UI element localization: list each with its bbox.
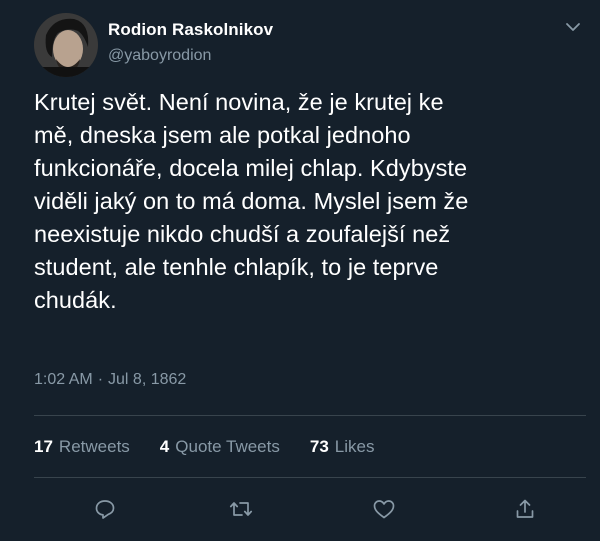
- quote-tweets-count: 4: [159, 437, 170, 456]
- retweets-count: 17: [34, 437, 53, 456]
- divider: [34, 477, 586, 478]
- tweet-time: 1:02 AM: [34, 371, 93, 388]
- like-button[interactable]: [367, 495, 401, 527]
- likes-stat[interactable]: 73 Likes: [310, 437, 375, 457]
- tweet-date: Jul 8, 1862: [108, 371, 187, 388]
- divider: [34, 415, 586, 416]
- more-options-button[interactable]: [560, 18, 586, 40]
- tweet-timestamp[interactable]: 1:02 AM · Jul 8, 1862: [34, 371, 186, 389]
- quote-tweets-label: Quote Tweets: [175, 437, 280, 456]
- avatar[interactable]: [34, 13, 98, 77]
- tweet-text: Krutej svět. Není novina, že je krutej k…: [34, 89, 469, 313]
- engagement-stats: 17 Retweets 4 Quote Tweets 73 Likes: [34, 437, 404, 457]
- author-name[interactable]: Rodion Raskolnikov: [108, 20, 273, 40]
- retweet-icon: [228, 497, 254, 526]
- meta-separator: ·: [97, 371, 104, 388]
- likes-count: 73: [309, 437, 329, 456]
- quote-tweets-stat[interactable]: 4 Quote Tweets: [160, 437, 280, 457]
- retweet-button[interactable]: [224, 495, 258, 527]
- tweet-card: Rodion Raskolnikov @yaboyrodion Krutej s…: [0, 0, 600, 541]
- share-button[interactable]: [508, 495, 542, 527]
- retweets-label: Retweets: [58, 437, 130, 456]
- reply-button[interactable]: [88, 495, 122, 527]
- reply-icon: [93, 497, 117, 526]
- retweets-stat[interactable]: 17 Retweets: [34, 437, 130, 457]
- chevron-down-icon: [565, 20, 581, 38]
- action-bar: [0, 495, 600, 527]
- heart-icon: [372, 497, 396, 526]
- likes-label: Likes: [334, 437, 375, 456]
- author-handle[interactable]: @yaboyrodion: [108, 47, 211, 65]
- share-icon: [513, 497, 537, 526]
